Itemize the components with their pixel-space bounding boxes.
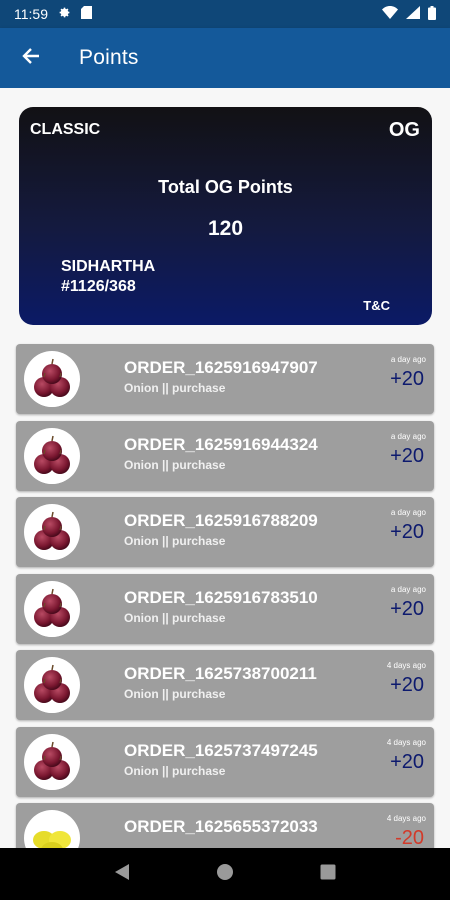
order-description: Onion || purchase [124, 534, 226, 548]
time-ago: a day ago [390, 508, 426, 517]
product-thumbnail [24, 504, 80, 560]
signal-icon [406, 6, 420, 22]
member-id: #1126/368 [61, 278, 136, 295]
status-bar: 11:59 [0, 0, 450, 28]
transaction-row[interactable]: ORDER_1625916947907 Onion || purchase a … [16, 344, 434, 414]
battery-icon [428, 5, 436, 23]
points-change: +20 [390, 521, 424, 543]
transaction-row[interactable]: ORDER_1625655372033 4 days ago -20 [16, 803, 434, 848]
time-ago: 4 days ago [386, 814, 426, 823]
order-id: ORDER_1625916944324 [124, 434, 318, 454]
membership-tier: CLASSIC [30, 121, 101, 138]
order-id: ORDER_1625738700211 [124, 664, 317, 683]
navigation-bar [0, 848, 450, 900]
order-description: Onion || purchase [124, 687, 226, 701]
transaction-row[interactable]: ORDER_1625738700211 Onion || purchase 4 … [16, 650, 434, 720]
points-change: +20 [390, 368, 424, 390]
back-button[interactable] [0, 28, 62, 88]
order-id: ORDER_1625916947907 [124, 358, 318, 377]
app-bar: Points [0, 28, 450, 88]
points-heading: Total OG Points [158, 177, 293, 197]
page-title: Points [79, 46, 139, 69]
product-thumbnail [24, 733, 80, 790]
member-name: SIDHARTHA [61, 258, 156, 275]
status-time: 11:59 [14, 6, 48, 22]
nav-back-button[interactable] [102, 854, 142, 894]
transaction-row[interactable]: ORDER_1625916783510 Onion || purchase a … [16, 573, 434, 644]
points-change: -20 [395, 827, 424, 848]
brand-label: OG [388, 119, 420, 141]
time-ago: a day ago [390, 431, 426, 441]
order-description: Onion || purchase [124, 381, 226, 395]
transaction-row[interactable]: ORDER_1625737497245 Onion || purchase 4 … [16, 726, 434, 797]
back-triangle-icon [114, 863, 130, 886]
recents-square-icon [320, 864, 336, 885]
time-ago: a day ago [390, 584, 426, 594]
product-thumbnail [24, 427, 80, 484]
points-change: +20 [390, 674, 424, 696]
product-thumbnail [24, 580, 80, 637]
transaction-row[interactable]: ORDER_1625916944324 Onion || purchase a … [16, 420, 434, 491]
points-card: CLASSIC OG Total OG Points 120 SIDHARTHA… [19, 107, 432, 325]
wifi-icon [382, 6, 398, 22]
nav-home-button[interactable] [205, 854, 245, 894]
points-change: +20 [390, 750, 424, 773]
order-description: Onion || purchase [124, 610, 226, 625]
order-description: Onion || purchase [124, 763, 226, 778]
time-ago: 4 days ago [386, 737, 426, 747]
time-ago: 4 days ago [386, 661, 426, 670]
product-thumbnail [24, 810, 80, 848]
total-points: 120 [207, 217, 244, 240]
points-change: +20 [390, 597, 424, 620]
nav-recents-button[interactable] [308, 854, 348, 894]
transaction-row[interactable]: ORDER_1625916788209 Onion || purchase a … [16, 497, 434, 567]
points-change: +20 [390, 444, 424, 467]
terms-link[interactable]: T&C [363, 298, 390, 313]
order-id: ORDER_1625916788209 [124, 511, 318, 530]
arrow-left-icon [21, 46, 41, 71]
time-ago: a day ago [390, 355, 426, 364]
order-id: ORDER_1625655372033 [124, 817, 318, 836]
product-thumbnail [24, 351, 80, 407]
order-id: ORDER_1625916783510 [124, 587, 318, 607]
product-thumbnail [24, 657, 80, 713]
order-description: Onion || purchase [124, 457, 226, 472]
content-area[interactable]: CLASSIC OG Total OG Points 120 SIDHARTHA… [0, 88, 450, 848]
home-circle-icon [216, 863, 234, 886]
gear-icon [58, 6, 71, 22]
sim-card-icon [81, 6, 92, 22]
order-id: ORDER_1625737497245 [124, 740, 318, 760]
transaction-list: ORDER_1625916947907 Onion || purchase a … [16, 344, 434, 848]
